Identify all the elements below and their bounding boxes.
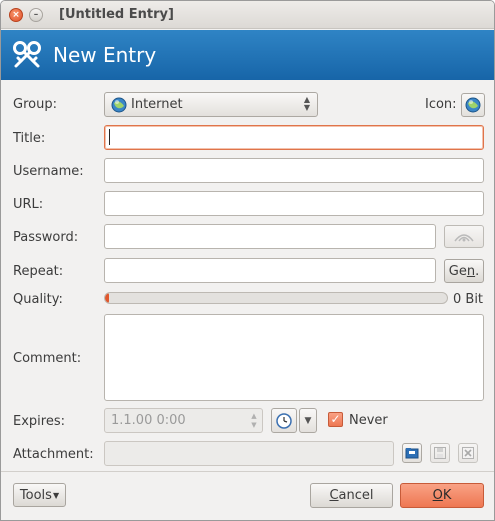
expires-label: Expires:: [13, 414, 65, 429]
url-label: URL:: [13, 197, 44, 212]
globe-icon: [111, 97, 127, 113]
delete-icon: [462, 447, 474, 459]
never-expires-checkbox[interactable]: ✓: [328, 412, 343, 427]
select-arrows-icon: ▲ ▼: [303, 95, 310, 112]
generate-password-button[interactable]: Ge n.: [444, 259, 484, 283]
clock-icon: [276, 412, 292, 429]
comment-textarea[interactable]: [104, 314, 484, 401]
repeat-label: Repeat:: [13, 264, 64, 279]
icon-label: Icon:: [425, 97, 457, 112]
title-bar[interactable]: × – [Untitled Entry]: [1, 1, 494, 29]
group-select[interactable]: Internet ▲ ▼: [104, 92, 318, 117]
footer-separator: [1, 471, 494, 472]
close-window-button[interactable]: ×: [9, 8, 23, 22]
tools-menu-button[interactable]: Tools ▼: [13, 483, 66, 507]
cancel-label: ancel: [338, 488, 374, 503]
new-entry-dialog: × – [Untitled Entry] New Entry Group: In…: [0, 0, 495, 521]
username-input[interactable]: [104, 158, 484, 183]
attachment-label: Attachment:: [13, 447, 94, 462]
minimize-window-button[interactable]: –: [29, 8, 43, 22]
open-folder-icon: [405, 448, 419, 459]
expires-spin-arrows-icon[interactable]: ▲ ▼: [246, 408, 263, 433]
quality-progress-fill: [105, 293, 110, 303]
toggle-password-visibility-button[interactable]: [444, 225, 484, 248]
comment-label: Comment:: [13, 351, 82, 366]
title-input[interactable]: [104, 125, 484, 150]
remove-attachment-button[interactable]: [458, 443, 478, 463]
keys-icon: [13, 41, 41, 68]
minimize-icon: –: [33, 9, 39, 20]
group-select-value: Internet: [131, 97, 183, 112]
text-cursor: [109, 129, 110, 145]
gen-button-label-b: .: [475, 263, 480, 279]
expires-presets-button[interactable]: [271, 408, 297, 433]
banner-title: New Entry: [53, 43, 157, 67]
attachment-input: [104, 441, 394, 466]
password-input[interactable]: [104, 224, 436, 249]
save-icon: [434, 447, 446, 459]
cancel-mnemonic: C: [329, 488, 339, 503]
group-label: Group:: [13, 97, 57, 112]
eye-icon: [454, 233, 474, 241]
tools-button-label: Tools: [19, 487, 52, 503]
gen-button-mnemonic: n: [466, 263, 476, 279]
save-attachment-button[interactable]: [430, 443, 450, 463]
expires-presets-dropdown[interactable]: ▼: [299, 408, 317, 433]
gen-button-label-a: Ge: [448, 263, 467, 279]
ok-label: K: [442, 488, 452, 503]
quality-progress-bar: [104, 292, 448, 304]
password-label: Password:: [13, 230, 79, 245]
never-label[interactable]: Never: [349, 413, 388, 428]
username-label: Username:: [13, 164, 84, 179]
globe-icon: [465, 97, 481, 113]
close-icon: ×: [12, 9, 20, 20]
title-label: Title:: [13, 131, 46, 146]
checkmark-icon: ✓: [330, 412, 341, 426]
chevron-down-icon: ▼: [304, 415, 312, 426]
cancel-button[interactable]: Cancel: [310, 483, 393, 508]
choose-icon-button[interactable]: [461, 93, 485, 117]
url-input[interactable]: [104, 191, 484, 216]
ok-button[interactable]: OK: [400, 483, 484, 508]
quality-label: Quality:: [13, 292, 63, 307]
add-attachment-button[interactable]: [402, 443, 422, 463]
ok-mnemonic: O: [432, 488, 443, 503]
repeat-password-input[interactable]: [104, 258, 436, 283]
header-banner: New Entry: [1, 30, 494, 80]
quality-value: 0 Bit: [453, 292, 484, 307]
window-title: [Untitled Entry]: [59, 7, 174, 22]
chevron-down-icon: ▼: [52, 490, 60, 500]
expires-datetime-input[interactable]: [104, 408, 247, 433]
